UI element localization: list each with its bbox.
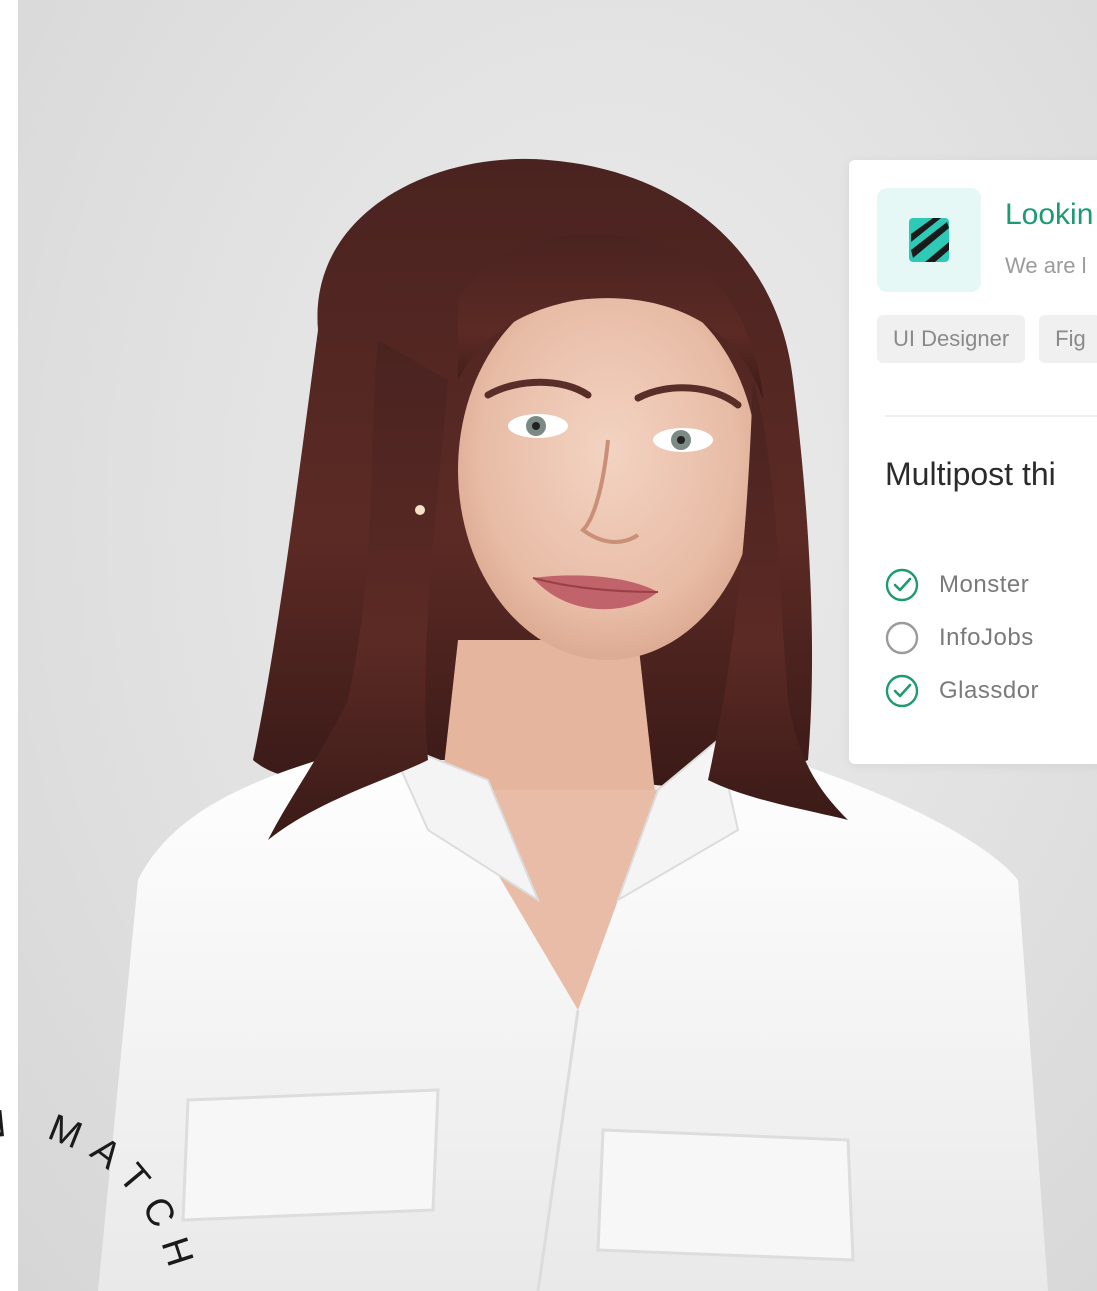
watermark-arc-text: N MATCH (0, 1102, 205, 1285)
tag-ui-designer[interactable]: UI Designer (877, 315, 1026, 363)
option-monster[interactable]: Monster (885, 558, 1097, 611)
multipost-options: Monster InfoJobs Glassdor (885, 558, 1097, 717)
tag-figma[interactable]: Fig (1039, 315, 1097, 363)
option-infojobs[interactable]: InfoJobs (885, 611, 1097, 664)
option-label: Monster (939, 570, 1030, 598)
divider (885, 415, 1097, 417)
option-label: InfoJobs (939, 623, 1034, 651)
job-description: We are l (1005, 253, 1087, 278)
checked-circle-icon[interactable] (885, 674, 919, 708)
job-card: Lookin We are l UI Designer Fig Multipos… (849, 160, 1097, 764)
checked-circle-icon[interactable] (885, 568, 919, 602)
unchecked-circle-icon[interactable] (885, 621, 919, 655)
job-title[interactable]: Lookin (1005, 198, 1093, 232)
watermark-text: N MATCH (0, 1102, 191, 1285)
svg-text:N MATCH: N MATCH (0, 1102, 205, 1285)
page: Lookin We are l UI Designer Fig Multipos… (0, 0, 1097, 1291)
company-logo (877, 188, 981, 292)
multipost-title: Multipost thi (885, 456, 1056, 492)
option-glassdor[interactable]: Glassdor (885, 664, 1097, 717)
skill-tags: UI Designer Fig (877, 315, 1097, 363)
company-logo-icon (909, 218, 949, 262)
option-label: Glassdor (939, 676, 1040, 704)
